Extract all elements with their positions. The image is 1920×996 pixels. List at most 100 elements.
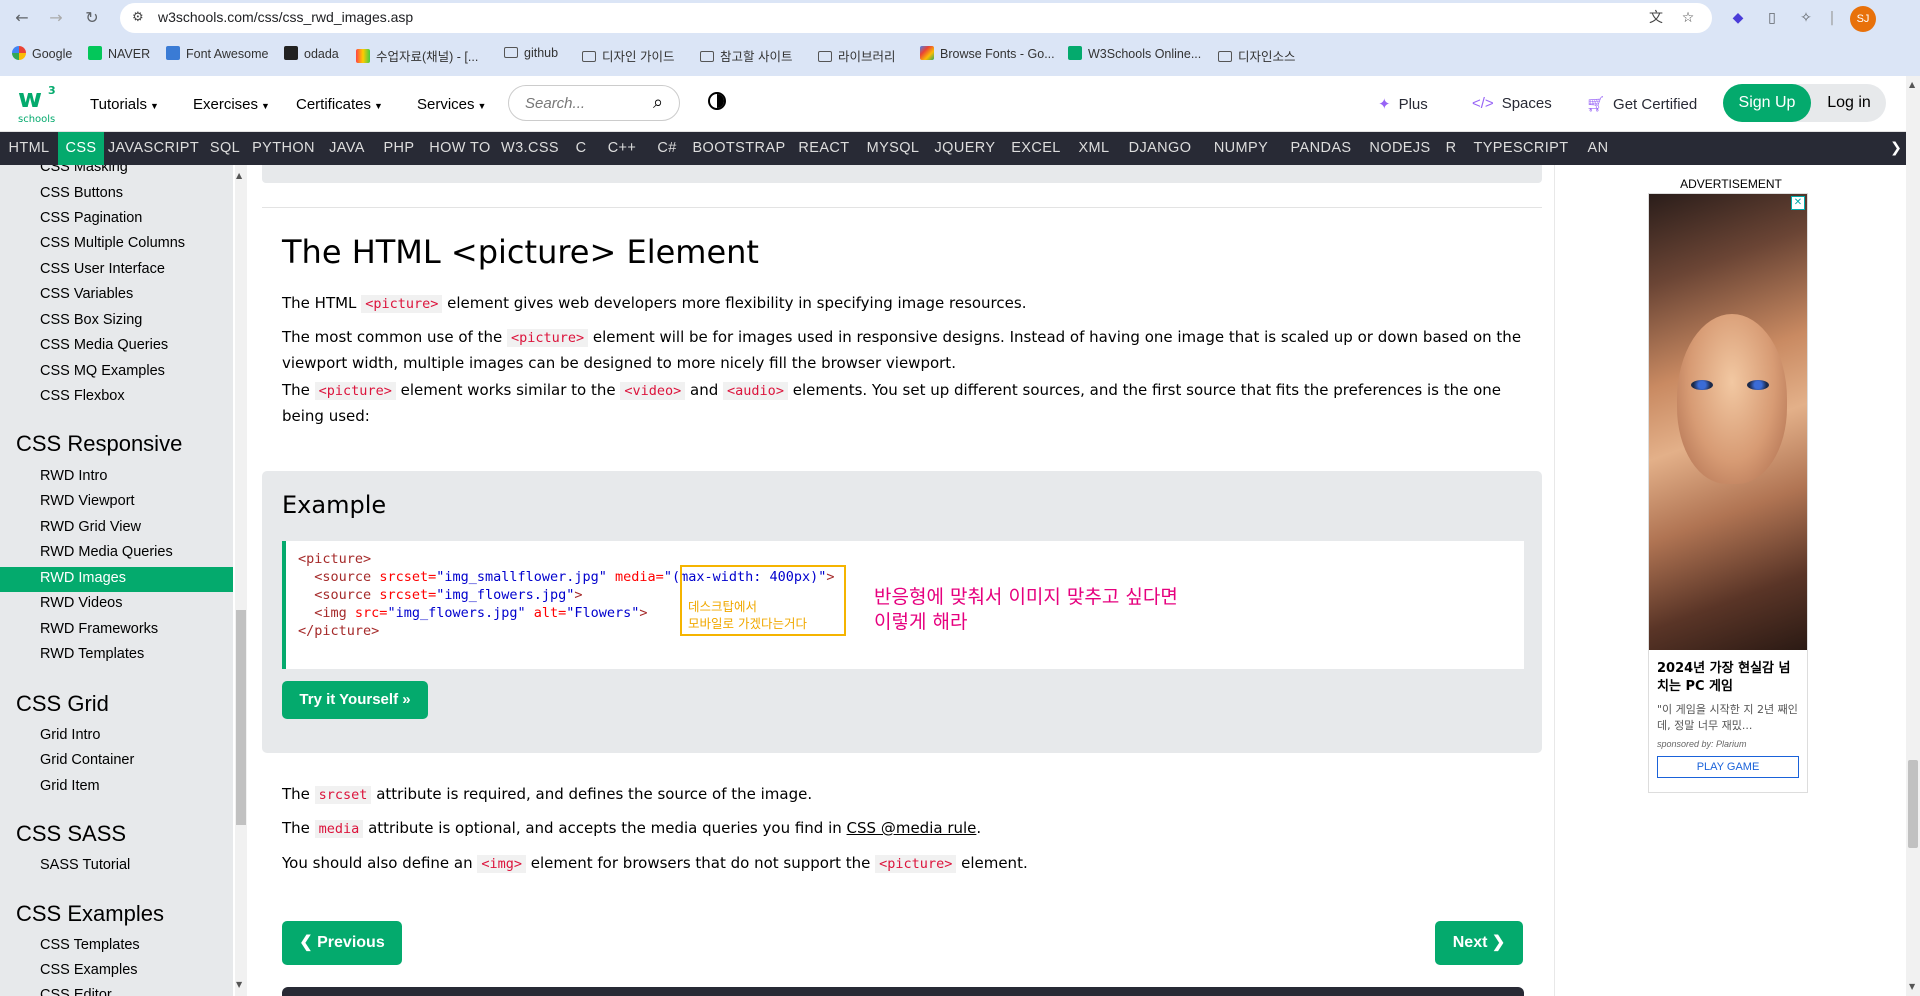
reading-list-icon[interactable]: ▯ bbox=[1762, 8, 1782, 28]
sidebar-item-css-editor[interactable]: CSS Editor bbox=[40, 987, 112, 996]
menu-exercises[interactable]: Exercises ▼ bbox=[193, 96, 270, 113]
sidebar-item-sass-tutorial[interactable]: SASS Tutorial bbox=[40, 857, 130, 873]
sidebar-item-rwd-templates[interactable]: RWD Templates bbox=[40, 646, 144, 662]
bookmark-google[interactable]: Google bbox=[12, 46, 72, 64]
subnav-item-typescript[interactable]: TYPESCRIPT bbox=[1464, 132, 1578, 165]
sidebar-item-css-examples[interactable]: CSS Examples bbox=[40, 962, 138, 978]
subnav-item-pandas[interactable]: PANDAS bbox=[1280, 132, 1362, 165]
scroll-up-icon[interactable]: ▲ bbox=[1909, 80, 1915, 89]
sidebar-item-rwd-grid-view[interactable]: RWD Grid View bbox=[40, 519, 141, 535]
play-game-button[interactable]: PLAY GAME bbox=[1657, 756, 1799, 778]
previous-button[interactable]: ❮ Previous bbox=[282, 921, 402, 965]
plus-link[interactable]: ✦ Plus bbox=[1378, 95, 1428, 113]
scroll-up-icon[interactable]: ▲ bbox=[236, 171, 242, 180]
reload-icon[interactable]: ↻ bbox=[82, 8, 102, 28]
sidebar-item-css-mq-examples[interactable]: CSS MQ Examples bbox=[40, 363, 165, 379]
try-it-yourself-button[interactable]: Try it Yourself » bbox=[282, 681, 428, 719]
bookmark-font-awesome[interactable]: Font Awesome bbox=[166, 46, 268, 64]
ad-headline[interactable]: 2024년 가장 현실감 넘치는 PC 게임 bbox=[1657, 660, 1802, 696]
subnav-item-bootstrap[interactable]: BOOTSTRAP bbox=[688, 132, 790, 165]
signup-button[interactable]: Sign Up bbox=[1723, 84, 1811, 122]
sidebar-item-rwd-intro[interactable]: RWD Intro bbox=[40, 468, 107, 484]
menu-services[interactable]: Services ▼ bbox=[417, 96, 486, 113]
sidebar-item-css-pagination[interactable]: CSS Pagination bbox=[40, 210, 142, 226]
media-rule-link[interactable]: CSS @media rule bbox=[847, 819, 977, 837]
ad-image[interactable]: ✕ bbox=[1649, 194, 1807, 650]
page-scroll-thumb[interactable] bbox=[1908, 760, 1918, 848]
site-info-icon[interactable]: ⚙ bbox=[132, 10, 148, 26]
address-bar[interactable]: ⚙ w3schools.com/css/css_rwd_images.asp 文… bbox=[120, 3, 1712, 33]
sidebar-item-css-masking[interactable]: CSS Masking bbox=[40, 165, 128, 175]
menu-tutorials[interactable]: Tutorials ▼ bbox=[90, 96, 159, 113]
subnav-item-java[interactable]: JAVA bbox=[320, 132, 374, 165]
sidebar-item-rwd-media-queries[interactable]: RWD Media Queries bbox=[40, 544, 173, 560]
subnav-item-react[interactable]: REACT bbox=[790, 132, 858, 165]
subnav-item-css[interactable]: CSS bbox=[58, 132, 104, 165]
subnav-item-c#[interactable]: C# bbox=[646, 132, 688, 165]
sidebar-item-rwd-images[interactable]: RWD Images bbox=[40, 570, 126, 586]
bookmark-w3schools[interactable]: W3Schools Online... bbox=[1068, 46, 1201, 64]
bookmark-library[interactable]: 라이브러리 bbox=[818, 46, 896, 64]
bookmark-design-source[interactable]: 디자인소스 bbox=[1218, 46, 1296, 64]
subnav-item-html[interactable]: HTML bbox=[0, 132, 58, 165]
sidebar-item-css-buttons[interactable]: CSS Buttons bbox=[40, 185, 123, 201]
subnav-item-how-to[interactable]: HOW TO bbox=[424, 132, 496, 165]
sidebar-item-css-flexbox[interactable]: CSS Flexbox bbox=[40, 388, 125, 404]
dark-mode-toggle-icon[interactable] bbox=[708, 92, 726, 110]
profile-avatar[interactable]: SJ bbox=[1850, 6, 1876, 32]
forward-icon[interactable]: → bbox=[46, 8, 66, 28]
sidebar-item-grid-container[interactable]: Grid Container bbox=[40, 752, 134, 768]
subnav-item-w3-css[interactable]: W3.CSS bbox=[496, 132, 564, 165]
sidebar-item-rwd-videos[interactable]: RWD Videos bbox=[40, 595, 122, 611]
subnav-item-excel[interactable]: EXCEL bbox=[1002, 132, 1070, 165]
subnav-item-c++[interactable]: C++ bbox=[598, 132, 646, 165]
url-text[interactable]: w3schools.com/css/css_rwd_images.asp bbox=[158, 9, 413, 25]
subnav-item-jquery[interactable]: JQUERY bbox=[928, 132, 1002, 165]
subnav-item-sql[interactable]: SQL bbox=[203, 132, 247, 165]
bookmark-star-icon[interactable]: ☆ bbox=[1680, 10, 1696, 26]
spaces-link[interactable]: </> Spaces bbox=[1472, 95, 1552, 112]
menu-certificates[interactable]: Certificates ▼ bbox=[296, 96, 383, 113]
puzzle-icon[interactable]: ✧ bbox=[1796, 8, 1816, 28]
subnav-item-mysql[interactable]: MYSQL bbox=[858, 132, 928, 165]
subnav-item-nodejs[interactable]: NODEJS bbox=[1362, 132, 1438, 165]
sidebar-scroll-thumb[interactable] bbox=[236, 610, 246, 825]
subnav-item-an[interactable]: AN bbox=[1578, 132, 1618, 165]
subnav-item-python[interactable]: PYTHON bbox=[247, 132, 320, 165]
bookmark-github[interactable]: github bbox=[504, 46, 558, 64]
subnav-item-javascript[interactable]: JAVASCRIPT bbox=[104, 132, 203, 165]
sidebar-item-css-variables[interactable]: CSS Variables bbox=[40, 286, 133, 302]
sidebar-scrollbar[interactable]: ▲ ▼ bbox=[235, 165, 247, 996]
ad-banner[interactable]: ✕ 2024년 가장 현실감 넘치는 PC 게임 "이 게임을 시작한 지 2년… bbox=[1648, 193, 1808, 793]
sidebar-item-css-templates[interactable]: CSS Templates bbox=[40, 937, 140, 953]
sidebar-item-grid-item[interactable]: Grid Item bbox=[40, 778, 100, 794]
bookmark-google-fonts[interactable]: Browse Fonts - Go... bbox=[920, 46, 1055, 64]
scroll-down-icon[interactable]: ▼ bbox=[1909, 982, 1915, 991]
extension-icon[interactable]: ◆ bbox=[1728, 8, 1748, 28]
sidebar-item-css-multiple-columns[interactable]: CSS Multiple Columns bbox=[40, 235, 185, 251]
get-certified-link[interactable]: 🛒︎ Get Certified bbox=[1586, 95, 1697, 113]
search-icon[interactable]: ⌕ bbox=[653, 92, 663, 113]
back-icon[interactable]: ← bbox=[12, 8, 32, 28]
translate-icon[interactable]: 文 bbox=[1648, 10, 1664, 26]
sidebar-item-css-media-queries[interactable]: CSS Media Queries bbox=[40, 337, 168, 353]
subnav-item-django[interactable]: DJANGO bbox=[1118, 132, 1202, 165]
subnav-item-php[interactable]: PHP bbox=[374, 132, 424, 165]
bookmark-naver[interactable]: NAVER bbox=[88, 46, 150, 64]
sidebar-item-rwd-frameworks[interactable]: RWD Frameworks bbox=[40, 621, 158, 637]
sidebar-item-grid-intro[interactable]: Grid Intro bbox=[40, 727, 100, 743]
subnav-item-numpy[interactable]: NUMPY bbox=[1202, 132, 1280, 165]
bookmark-odada[interactable]: odada bbox=[284, 46, 339, 64]
next-button[interactable]: Next ❯ bbox=[1435, 921, 1523, 965]
scroll-down-icon[interactable]: ▼ bbox=[236, 980, 242, 989]
search-input[interactable]: Search... ⌕ bbox=[508, 85, 680, 121]
sidebar-item-css-user-interface[interactable]: CSS User Interface bbox=[40, 261, 165, 277]
ad-close-icon[interactable]: ✕ bbox=[1791, 196, 1805, 210]
subnav-item-r[interactable]: R bbox=[1438, 132, 1464, 165]
sidebar-item-css-box-sizing[interactable]: CSS Box Sizing bbox=[40, 312, 142, 328]
w3schools-logo[interactable]: w 3 schools bbox=[16, 82, 58, 126]
subnav-item-xml[interactable]: XML bbox=[1070, 132, 1118, 165]
bookmark-reference-sites[interactable]: 참고할 사이트 bbox=[700, 46, 792, 64]
page-scrollbar[interactable]: ▲ ▼ bbox=[1906, 76, 1920, 996]
sidebar-item-rwd-viewport[interactable]: RWD Viewport bbox=[40, 493, 135, 509]
